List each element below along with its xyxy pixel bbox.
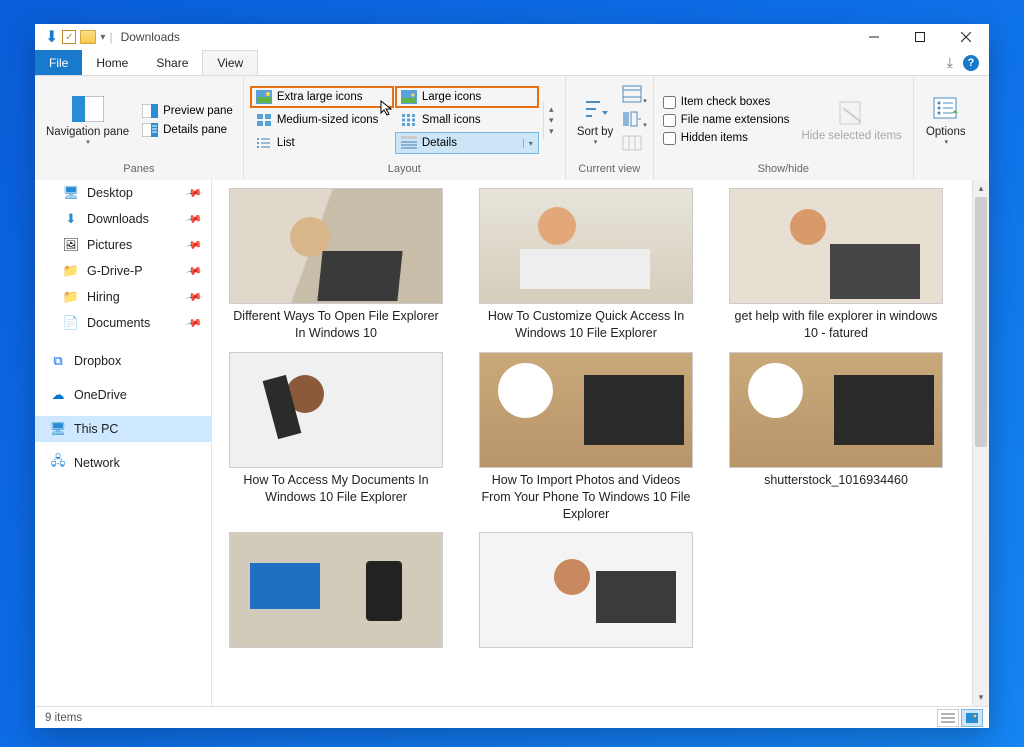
minimize-button[interactable] <box>851 24 897 50</box>
ribbon: Navigation pane▾ Preview pane Details pa… <box>35 75 989 180</box>
file-name-extensions-checkbox[interactable]: File name extensions <box>660 112 793 129</box>
maximize-button[interactable] <box>897 24 943 50</box>
nav-dropbox[interactable]: ⧉Dropbox <box>35 348 211 374</box>
tab-view[interactable]: View <box>202 50 258 75</box>
checkbox-icon[interactable]: ✓ <box>62 30 76 44</box>
file-item[interactable]: get help with file explorer in windows 1… <box>726 188 946 342</box>
pin-icon: 📌 <box>185 184 204 203</box>
nav-gdrive[interactable]: 📁G-Drive-P📌 <box>35 258 211 284</box>
file-item[interactable]: shutterstock_1016934460 <box>726 352 946 523</box>
group-label-layout: Layout <box>250 160 559 180</box>
pin-icon: 📌 <box>185 210 204 229</box>
pin-icon: 📌 <box>185 314 204 333</box>
details-pane-button[interactable]: Details pane <box>138 121 237 139</box>
item-count: 9 items <box>45 712 82 724</box>
file-item[interactable]: How To Access My Documents In Windows 10… <box>226 352 446 523</box>
nav-onedrive[interactable]: ☁OneDrive <box>35 382 211 408</box>
ribbon-tabs: File Home Share View ⤓ ? <box>35 50 989 75</box>
pin-icon: 📌 <box>185 262 204 281</box>
minimize-ribbon-icon[interactable]: ⤓ <box>947 54 953 71</box>
sort-by-button[interactable]: Sort by▾ <box>572 92 618 149</box>
scroll-up-button[interactable]: ▴ <box>973 180 989 197</box>
preview-pane-button[interactable]: Preview pane <box>138 102 237 120</box>
nav-hiring[interactable]: 📁Hiring📌 <box>35 284 211 310</box>
navigation-pane-button[interactable]: Navigation pane▾ <box>41 80 134 160</box>
nav-network[interactable]: 🖧Network <box>35 450 211 476</box>
options-button[interactable]: Options▾ <box>920 80 972 160</box>
group-by-button[interactable]: ▾ <box>622 85 647 108</box>
nav-this-pc[interactable]: 🖥This PC <box>35 416 211 442</box>
statusbar: 9 items <box>35 706 989 728</box>
file-item[interactable] <box>226 532 446 652</box>
titlebar: ⬇ ✓ ▾ | Downloads <box>35 24 989 50</box>
file-list[interactable]: Different Ways To Open File Explorer In … <box>212 180 989 660</box>
nav-desktop[interactable]: 🖥Desktop📌 <box>35 180 211 206</box>
file-item[interactable]: How To Customize Quick Access In Windows… <box>476 188 696 342</box>
scrollbar-thumb[interactable] <box>975 197 987 447</box>
separator: | <box>109 30 112 44</box>
thumbnails-view-button[interactable] <box>961 709 983 727</box>
pin-icon: 📌 <box>185 236 204 255</box>
hidden-items-checkbox[interactable]: Hidden items <box>660 130 793 147</box>
qat-dropdown-icon[interactable]: ▾ <box>100 32 105 43</box>
thumbnail <box>729 352 943 468</box>
thumbnail <box>229 188 443 304</box>
nav-documents[interactable]: 📄Documents📌 <box>35 310 211 336</box>
layout-expand[interactable]: ▾ <box>544 126 559 137</box>
layout-small-icons[interactable]: Small icons <box>395 109 539 131</box>
scroll-down-button[interactable]: ▾ <box>973 689 989 706</box>
folder-icon <box>80 30 96 44</box>
arrow-down-icon[interactable]: ⬇ <box>45 27 58 47</box>
group-label-panes: Panes <box>41 160 237 180</box>
vertical-scrollbar[interactable]: ▴ ▾ <box>972 180 989 706</box>
layout-scroll-up[interactable]: ▴ <box>544 104 559 115</box>
layout-extra-large-icons[interactable]: Extra large icons <box>250 86 394 108</box>
add-columns-button[interactable]: ▾ <box>622 111 647 132</box>
layout-gallery: Extra large icons Large icons Medium-siz… <box>250 86 539 154</box>
details-view-button[interactable] <box>937 709 959 727</box>
thumbnail <box>479 352 693 468</box>
nav-downloads[interactable]: ⬇Downloads📌 <box>35 206 211 232</box>
thumbnail <box>479 188 693 304</box>
content-area: 🖥Desktop📌 ⬇Downloads📌 🖼Pictures📌 📁G-Driv… <box>35 180 989 706</box>
tab-share[interactable]: Share <box>142 50 202 75</box>
layout-large-icons[interactable]: Large icons <box>395 86 539 108</box>
layout-scroll-down[interactable]: ▾ <box>544 115 559 126</box>
nav-pictures[interactable]: 🖼Pictures📌 <box>35 232 211 258</box>
tab-file[interactable]: File <box>35 50 82 75</box>
navigation-pane: 🖥Desktop📌 ⬇Downloads📌 🖼Pictures📌 📁G-Driv… <box>35 180 212 706</box>
dropdown-icon[interactable]: ▾ <box>523 139 533 148</box>
layout-list[interactable]: List <box>250 132 394 154</box>
help-icon[interactable]: ? <box>963 55 979 71</box>
tab-home[interactable]: Home <box>82 50 142 75</box>
size-columns-button[interactable] <box>622 135 647 156</box>
thumbnail <box>479 532 693 648</box>
thumbnail <box>229 532 443 648</box>
close-button[interactable] <box>943 24 989 50</box>
item-check-boxes-checkbox[interactable]: Item check boxes <box>660 94 793 111</box>
window-title: Downloads <box>121 30 180 44</box>
thumbnail <box>229 352 443 468</box>
hide-selected-items-button[interactable]: Hide selected items <box>796 80 906 160</box>
group-label-show-hide: Show/hide <box>660 160 907 180</box>
pin-icon: 📌 <box>185 288 204 307</box>
thumbnail <box>729 188 943 304</box>
group-label-current-view: Current view <box>572 160 647 180</box>
file-item[interactable]: Different Ways To Open File Explorer In … <box>226 188 446 342</box>
file-item[interactable] <box>476 532 696 652</box>
layout-medium-icons[interactable]: Medium-sized icons <box>250 109 394 131</box>
file-item[interactable]: How To Import Photos and Videos From You… <box>476 352 696 523</box>
layout-details[interactable]: Details ▾ <box>395 132 539 154</box>
file-explorer-window: ⬇ ✓ ▾ | Downloads File Home Share View ⤓… <box>35 24 989 728</box>
